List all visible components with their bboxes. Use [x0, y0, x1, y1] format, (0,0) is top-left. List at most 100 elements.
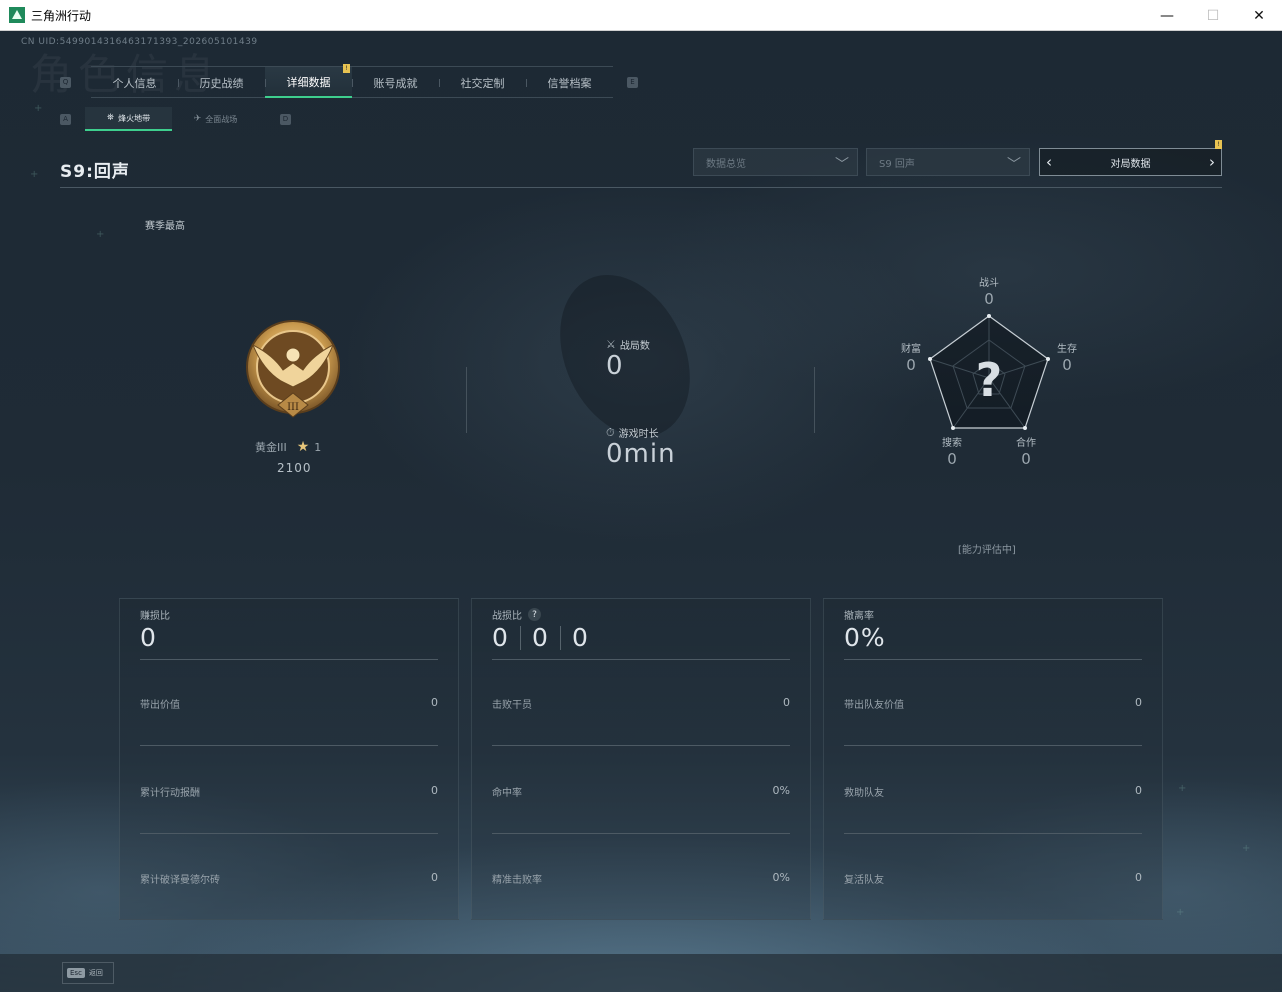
tab-achievements[interactable]: 账号成就: [352, 67, 439, 98]
radar-value-search: 0: [947, 450, 957, 468]
chevron-right-icon[interactable]: ›: [1209, 153, 1215, 171]
playtime-value: 0min: [606, 439, 676, 469]
panel-divider: [140, 659, 438, 660]
match-data-label[interactable]: 对局数据: [1111, 155, 1151, 170]
chevron-left-icon[interactable]: ‹: [1046, 153, 1052, 171]
help-icon[interactable]: ?: [528, 608, 541, 621]
stat-row-label: 复活队友: [844, 875, 884, 886]
rank-score: 2100: [277, 461, 312, 475]
key-hint-a[interactable]: A: [60, 113, 71, 125]
playtime-label: ⏱ 游戏时长: [606, 425, 659, 441]
dropdown-value: 数据总览: [706, 158, 746, 170]
tab-label: 详细数据: [286, 75, 331, 89]
tab-label: 信誉档案: [547, 76, 592, 90]
stat-row: 带出价值 0: [140, 696, 438, 711]
kd-value: 0: [492, 623, 508, 652]
mode-tabs: A ⛯ 烽火地带 ✈ 全面战场 D: [60, 107, 291, 131]
panel-title-text: 战损比: [492, 611, 522, 622]
stat-row: 累计破译曼德尔砖 0: [140, 871, 438, 886]
window-controls: — ☐ ✕: [1144, 0, 1282, 31]
value-separator: [560, 625, 561, 650]
key-hint-d[interactable]: D: [280, 113, 291, 125]
tab-profile[interactable]: 个人信息: [91, 67, 178, 98]
stat-row: 累计行动报酬 0: [140, 784, 438, 799]
panel-divider: [844, 659, 1142, 660]
stat-row: 击败干员 0: [492, 696, 790, 711]
key-hint-e[interactable]: E: [627, 76, 638, 88]
stat-row: 复活队友 0: [844, 871, 1142, 886]
decor-plus-icon: +: [1178, 783, 1187, 794]
panel-divider: [844, 833, 1142, 834]
tab-social[interactable]: 社交定制: [439, 67, 526, 98]
stat-row-value: 0: [431, 871, 438, 884]
tab-extraction-mode[interactable]: ⛯ 烽火地带: [85, 107, 172, 131]
maximize-button[interactable]: ☐: [1190, 0, 1236, 31]
tab-warfare-mode[interactable]: ✈ 全面战场: [172, 107, 259, 131]
profit-loss-panel: 赚损比 0 带出价值 0 累计行动报酬 0 累计破译曼德尔砖 0: [119, 598, 459, 920]
app-logo-icon: [9, 7, 25, 23]
playtime-label-text: 游戏时长: [618, 429, 659, 440]
notification-badge: !: [1215, 140, 1222, 149]
minimize-button[interactable]: —: [1144, 0, 1190, 31]
panel-big-value: 0%: [844, 623, 886, 652]
stat-row: 救助队友 0: [844, 784, 1142, 799]
season-best-label: 赛季最高: [145, 221, 185, 232]
season-title: S9:回声: [60, 162, 130, 182]
stat-row: 命中率 0%: [492, 784, 790, 799]
matches-label-text: 战局数: [619, 341, 650, 352]
stat-row-value: 0: [1135, 871, 1142, 884]
dropdown-value: S9 回声: [879, 158, 915, 170]
stat-row: 精准击败率 0%: [492, 871, 790, 886]
radar-label-wealth: 财富: [901, 344, 921, 355]
stat-row-value: 0: [1135, 696, 1142, 709]
tab-label: 社交定制: [460, 76, 505, 90]
chevron-down-icon: ﹀: [1007, 157, 1021, 173]
panel-title-text: 撤离率: [844, 611, 874, 622]
tab-history[interactable]: 历史战绩: [178, 67, 265, 98]
panel-big-value: 0: [140, 623, 157, 652]
season-dropdown[interactable]: S9 回声 ﹀: [866, 148, 1030, 176]
stat-row-value: 0%: [772, 871, 790, 884]
tab-detailed-data[interactable]: 详细数据!: [265, 64, 352, 98]
rank-info: 黄金III ★ 1: [255, 439, 321, 455]
radar-label-search: 搜索: [942, 438, 962, 449]
stopwatch-icon: ⏱: [606, 425, 615, 439]
subtab-label: 烽火地带: [118, 113, 151, 123]
footer-bar: Esc 返回: [0, 954, 1282, 992]
ability-assessment-status: [能力评估中]: [958, 545, 1016, 556]
key-hint-q[interactable]: Q: [60, 76, 71, 88]
kd-value: 0: [572, 623, 588, 652]
decor-plus-icon: +: [30, 169, 39, 180]
stat-row-value: 0: [431, 784, 438, 797]
star-icon: ★: [296, 439, 310, 455]
panel-divider: [492, 745, 790, 746]
stat-row-label: 累计破译曼德尔砖: [140, 875, 220, 886]
value-separator: [520, 625, 521, 650]
matches-label: ⚔ 战局数: [606, 337, 650, 352]
rank-name: 黄金III: [255, 441, 287, 454]
stat-row-value: 0: [1135, 784, 1142, 797]
match-data-selector: ‹ 对局数据 › !: [1039, 140, 1222, 176]
tab-reputation[interactable]: 信誉档案: [526, 67, 613, 98]
decor-plus-icon: +: [1242, 843, 1251, 854]
radar-value-cooperation: 0: [1021, 450, 1031, 468]
data-summary-dropdown[interactable]: 数据总览 ﹀: [693, 148, 858, 176]
radar-label-combat: 战斗: [979, 278, 999, 289]
stat-row-value: 0%: [772, 784, 790, 797]
tab-row: 个人信息 历史战绩 详细数据! 账号成就 社交定制 信誉档案: [91, 64, 613, 98]
panel-divider: [492, 833, 790, 834]
extraction-rate-panel: 撤离率 0% 带出队友价值 0 救助队友 0 复活队友 0: [823, 598, 1163, 920]
close-button[interactable]: ✕: [1236, 0, 1282, 31]
plane-icon: ✈: [193, 114, 202, 124]
section-divider: [814, 367, 815, 433]
panel-divider: [492, 659, 790, 660]
rank-stars: 1: [314, 440, 322, 454]
kill-death-panel: 战损比 ? 0 0 0 击败干员 0 命中率 0% 精准击败率 0%: [471, 598, 811, 920]
chevron-down-icon: ﹀: [835, 157, 849, 173]
kd-value: 0: [532, 623, 548, 652]
stat-row-label: 精准击败率: [492, 875, 542, 886]
tab-label: 个人信息: [112, 76, 157, 90]
stat-row-value: 0: [783, 696, 790, 709]
back-button[interactable]: Esc 返回: [62, 962, 114, 984]
subtab-label: 全面战场: [205, 114, 238, 124]
